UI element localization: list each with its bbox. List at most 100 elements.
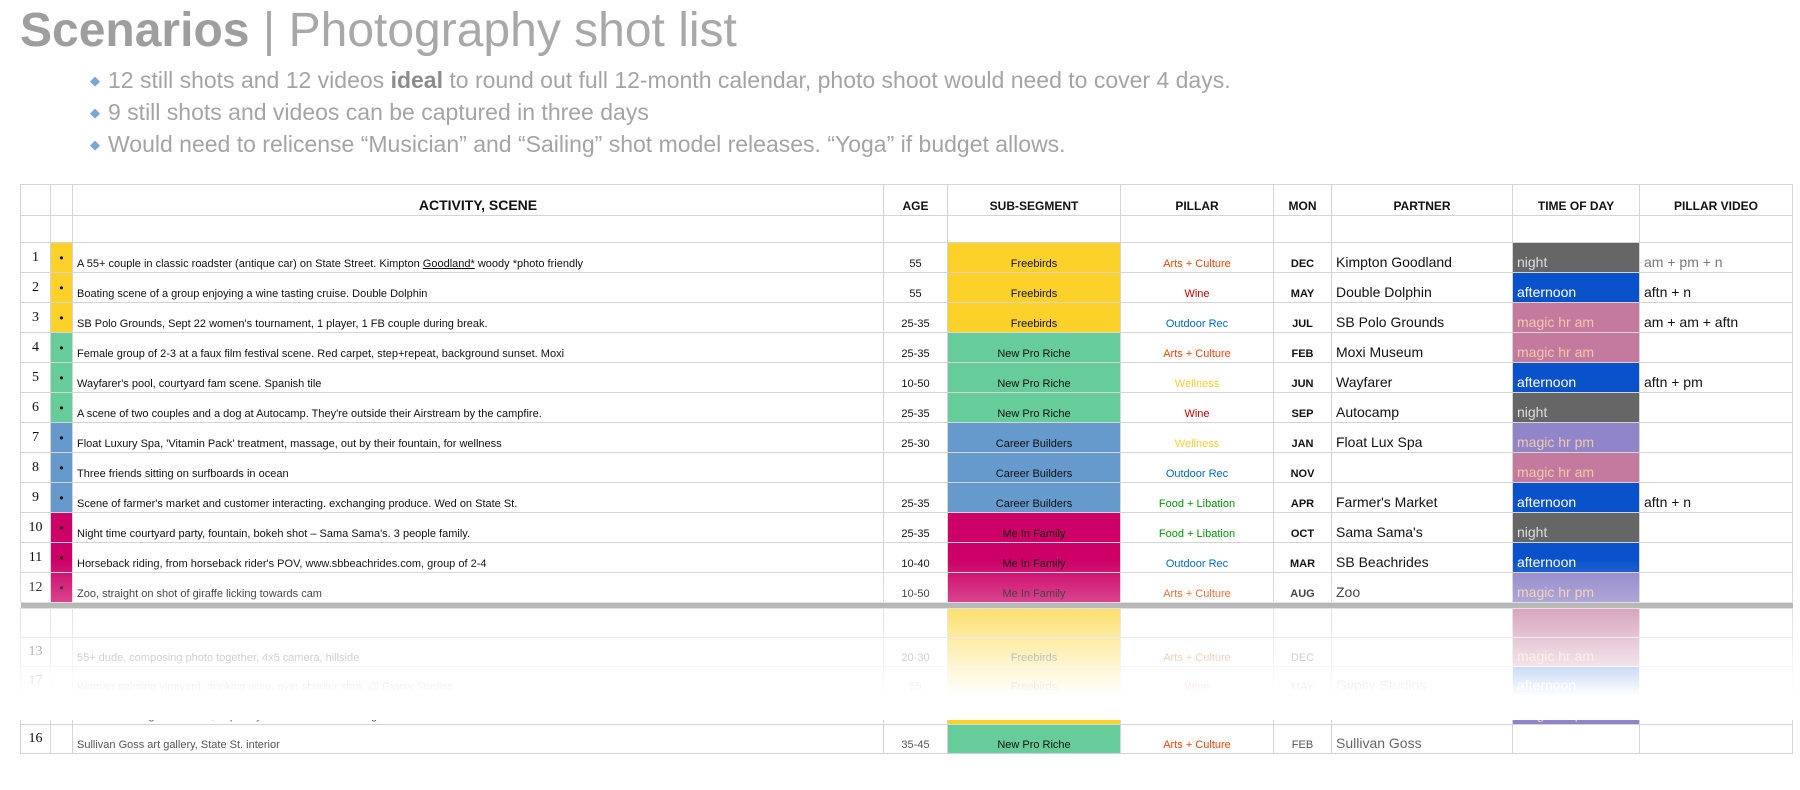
age-cell[interactable] bbox=[883, 452, 948, 483]
pillar-cell[interactable]: Wellness bbox=[1120, 362, 1274, 393]
header-subsegment[interactable]: SUB-SEGMENT bbox=[947, 184, 1121, 216]
time-of-day-cell[interactable]: afternoon bbox=[1512, 272, 1640, 303]
pillar-video-cell[interactable] bbox=[1639, 452, 1793, 483]
month-cell[interactable]: MAY bbox=[1273, 666, 1332, 696]
pillar-video-cell[interactable]: aftn + n bbox=[1639, 482, 1793, 513]
table-row[interactable]: 22 Whale watching boat scene, hopefully w… bbox=[20, 695, 1793, 725]
time-of-day-cell[interactable]: magic hr am bbox=[1512, 302, 1640, 333]
age-cell[interactable]: 25-35 bbox=[883, 482, 948, 513]
subsegment-cell[interactable]: Freebirds bbox=[947, 695, 1121, 725]
table-row[interactable]: 5 • Wayfarer's pool, courtyard fam scene. … bbox=[20, 362, 1793, 393]
activity-cell[interactable]: Woman painting vineyard, drinking wine, … bbox=[72, 666, 884, 696]
pillar-video-cell[interactable] bbox=[1639, 542, 1793, 573]
time-of-day-cell[interactable]: night bbox=[1512, 392, 1640, 423]
time-of-day-cell[interactable] bbox=[1512, 724, 1640, 754]
table-row[interactable]: 6 • A scene of two couples and a dog at Au… bbox=[20, 392, 1793, 423]
pillar-video-cell[interactable]: aftn + pm bbox=[1639, 362, 1793, 393]
time-of-day-cell[interactable]: magic hr pm bbox=[1512, 695, 1640, 725]
age-cell[interactable]: 25-30 bbox=[883, 422, 948, 453]
header-activity[interactable]: ACTIVITY, SCENE bbox=[72, 184, 884, 216]
age-cell[interactable]: 55 bbox=[883, 242, 948, 273]
partner-cell[interactable]: Autocamp bbox=[1331, 392, 1513, 423]
age-cell[interactable]: 10-50 bbox=[883, 572, 948, 603]
month-cell[interactable]: NOV bbox=[1273, 452, 1332, 483]
subsegment-cell[interactable]: Freebirds bbox=[947, 637, 1121, 667]
pillar-cell[interactable]: Outdoor Rec bbox=[1120, 452, 1274, 483]
age-cell[interactable]: 25-35 bbox=[883, 302, 948, 333]
subsegment-cell[interactable]: Freebirds bbox=[947, 302, 1121, 333]
pillar-video-cell[interactable] bbox=[1639, 724, 1793, 754]
header-partner[interactable]: PARTNER bbox=[1331, 184, 1513, 216]
subsegment-cell[interactable]: Career Builders bbox=[947, 452, 1121, 483]
header-age[interactable]: AGE bbox=[883, 184, 948, 216]
table-row[interactable]: 13 55+ dude, composing photo together, 4x… bbox=[20, 637, 1793, 667]
time-of-day-cell[interactable]: night bbox=[1512, 242, 1640, 273]
age-cell[interactable]: 55 bbox=[883, 272, 948, 303]
subsegment-cell[interactable]: New Pro Riche bbox=[947, 332, 1121, 363]
month-cell[interactable]: OCT bbox=[1273, 512, 1332, 543]
partner-cell[interactable]: Moxi Museum bbox=[1331, 332, 1513, 363]
table-row[interactable]: 1 • A 55+ couple in classic roadster (anti… bbox=[20, 242, 1793, 273]
pillar-cell[interactable]: Wellness bbox=[1120, 422, 1274, 453]
activity-cell[interactable]: 55+ dude, composing photo together, 4x5 … bbox=[72, 637, 884, 667]
time-of-day-cell[interactable]: afternoon bbox=[1512, 666, 1640, 696]
month-cell[interactable]: JUL bbox=[1273, 302, 1332, 333]
activity-cell[interactable]: Zoo, straight on shot of giraffe licking… bbox=[72, 572, 884, 603]
partner-cell[interactable]: Farmer's Market bbox=[1331, 482, 1513, 513]
pillar-video-cell[interactable]: aftn + n bbox=[1639, 272, 1793, 303]
pillar-cell[interactable]: Outdoor Rec bbox=[1120, 302, 1274, 333]
table-row[interactable]: 3 • SB Polo Grounds, Sept 22 women's tourn… bbox=[20, 302, 1793, 333]
activity-cell[interactable]: SB Polo Grounds, Sept 22 women's tournam… bbox=[72, 302, 884, 333]
pillar-cell[interactable]: Outdoor Rec bbox=[1120, 695, 1274, 725]
month-cell[interactable]: JUL bbox=[1273, 695, 1332, 725]
table-row[interactable]: 12 • Zoo, straight on shot of giraffe lick… bbox=[20, 572, 1793, 603]
subsegment-cell[interactable]: New Pro Riche bbox=[947, 392, 1121, 423]
pillar-cell[interactable]: Wine bbox=[1120, 272, 1274, 303]
pillar-cell[interactable]: Wine bbox=[1120, 392, 1274, 423]
time-of-day-cell[interactable]: magic hr am bbox=[1512, 637, 1640, 667]
activity-cell[interactable]: Scene of farmer's market and customer in… bbox=[72, 482, 884, 513]
activity-cell[interactable]: Whale watching boat scene, hopefully wit… bbox=[72, 695, 884, 725]
activity-cell[interactable]: Wayfarer's pool, courtyard fam scene. Sp… bbox=[72, 362, 884, 393]
pillar-cell[interactable]: Outdoor Rec bbox=[1120, 542, 1274, 573]
pillar-video-cell[interactable] bbox=[1639, 695, 1793, 725]
time-of-day-cell[interactable]: afternoon bbox=[1512, 482, 1640, 513]
month-cell[interactable]: FEB bbox=[1273, 724, 1332, 754]
pillar-video-cell[interactable] bbox=[1639, 512, 1793, 543]
age-cell[interactable]: 25-35 bbox=[883, 332, 948, 363]
pillar-video-cell[interactable] bbox=[1639, 422, 1793, 453]
pillar-video-cell[interactable] bbox=[1639, 332, 1793, 363]
subsegment-cell[interactable]: Me In Family bbox=[947, 542, 1121, 573]
partner-cell[interactable]: Kimpton Goodland bbox=[1331, 242, 1513, 273]
activity-cell[interactable]: Female group of 2-3 at a faux film festi… bbox=[72, 332, 884, 363]
pillar-video-cell[interactable] bbox=[1639, 637, 1793, 667]
activity-cell[interactable]: A 55+ couple in classic roadster (antiqu… bbox=[72, 242, 884, 273]
age-cell[interactable]: 20-30 bbox=[883, 637, 948, 667]
activity-cell[interactable]: Sullivan Goss art gallery, State St. int… bbox=[72, 724, 884, 754]
partner-cell[interactable] bbox=[1331, 637, 1513, 667]
time-of-day-cell[interactable]: night bbox=[1512, 512, 1640, 543]
table-row[interactable]: 7 • Float Luxury Spa, 'Vitamin Pack' treat… bbox=[20, 422, 1793, 453]
pillar-video-cell[interactable] bbox=[1639, 572, 1793, 603]
age-cell[interactable]: 25-35 bbox=[883, 512, 948, 543]
header-time-of-day[interactable]: TIME OF DAY bbox=[1512, 184, 1640, 216]
partner-cell[interactable]: Float Lux Spa bbox=[1331, 422, 1513, 453]
partner-cell[interactable]: SB Beachrides bbox=[1331, 542, 1513, 573]
pillar-cell[interactable]: Wine bbox=[1120, 666, 1274, 696]
pillar-video-cell[interactable]: am + pm + n bbox=[1639, 242, 1793, 273]
age-cell[interactable]: 35-45 bbox=[883, 724, 948, 754]
age-cell[interactable]: 55 bbox=[883, 666, 948, 696]
subsegment-cell[interactable]: Freebirds bbox=[947, 272, 1121, 303]
partner-cell[interactable]: Zoo bbox=[1331, 572, 1513, 603]
subsegment-cell[interactable]: New Pro Riche bbox=[947, 724, 1121, 754]
pillar-cell[interactable]: Arts + Culture bbox=[1120, 242, 1274, 273]
month-cell[interactable]: DEC bbox=[1273, 637, 1332, 667]
age-cell[interactable]: 25-35 bbox=[883, 392, 948, 423]
subsegment-cell[interactable]: Me In Family bbox=[947, 512, 1121, 543]
partner-cell[interactable]: SB Polo Grounds bbox=[1331, 302, 1513, 333]
table-row[interactable]: 17 Woman painting vineyard, drinking wine… bbox=[20, 666, 1793, 696]
partner-cell[interactable]: Gypsy Studios bbox=[1331, 666, 1513, 696]
activity-cell[interactable]: A scene of two couples and a dog at Auto… bbox=[72, 392, 884, 423]
header-pillar[interactable]: PILLAR bbox=[1120, 184, 1274, 216]
age-cell[interactable]: 10-50 bbox=[883, 362, 948, 393]
